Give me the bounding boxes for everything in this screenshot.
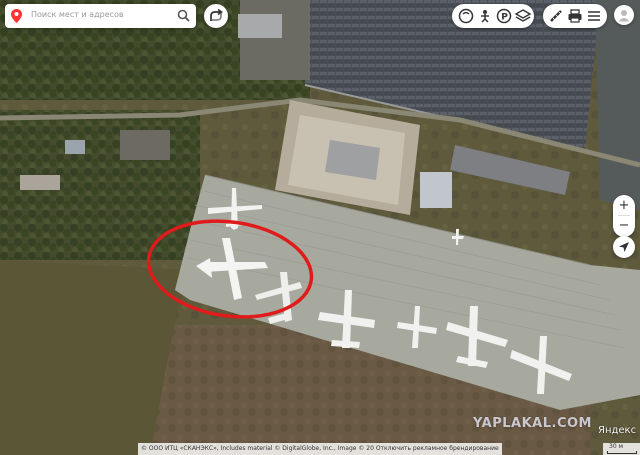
map-pin-icon — [11, 9, 22, 23]
scale-label: 30 м — [609, 443, 624, 450]
menu-icon[interactable] — [585, 7, 603, 25]
geolocation-button[interactable] — [613, 236, 635, 258]
copyright-text: © ООО ИТЦ «СКАНЭКС», Includes material ©… — [141, 445, 374, 452]
user-avatar-icon — [618, 10, 630, 22]
user-avatar-button[interactable] — [614, 5, 634, 25]
zoom-in-button[interactable]: + — [613, 195, 635, 216]
tools-toolbar — [543, 4, 607, 28]
layers-toolbar: P — [452, 4, 534, 28]
print-icon[interactable] — [566, 7, 584, 25]
search-icon[interactable] — [177, 9, 190, 22]
parking-icon[interactable]: P — [495, 7, 513, 25]
road-north — [240, 0, 310, 80]
road-east — [595, 0, 640, 210]
traffic-icon[interactable] — [457, 7, 475, 25]
watermark-text: YAPLAKAL.COM — [473, 416, 592, 431]
svg-text:P: P — [501, 13, 508, 23]
scale-ruler — [607, 451, 637, 454]
route-icon — [210, 8, 223, 21]
search-input[interactable]: Поиск мест и адресов — [31, 10, 124, 19]
yandex-logo[interactable]: Яндекс — [598, 425, 636, 436]
search-box[interactable]: Поиск мест и адресов — [5, 4, 196, 28]
geolocation-icon — [619, 242, 629, 252]
ruler-icon[interactable] — [547, 7, 565, 25]
scale-bar: 30 м — [603, 443, 640, 455]
zoom-out-button[interactable]: − — [613, 215, 635, 236]
route-button[interactable] — [204, 4, 228, 28]
building-hangar-small — [420, 172, 452, 208]
layers-icon[interactable] — [514, 7, 532, 25]
branding-toggle-link[interactable]: Отключить рекламное брендирование — [376, 445, 499, 452]
copyright-bar: © ООО ИТЦ «СКАНЭКС», Includes material ©… — [138, 443, 502, 455]
panorama-icon[interactable] — [476, 7, 494, 25]
building-north — [238, 14, 282, 38]
satellite-map[interactable] — [0, 0, 640, 455]
zoom-control: + − — [613, 195, 635, 237]
